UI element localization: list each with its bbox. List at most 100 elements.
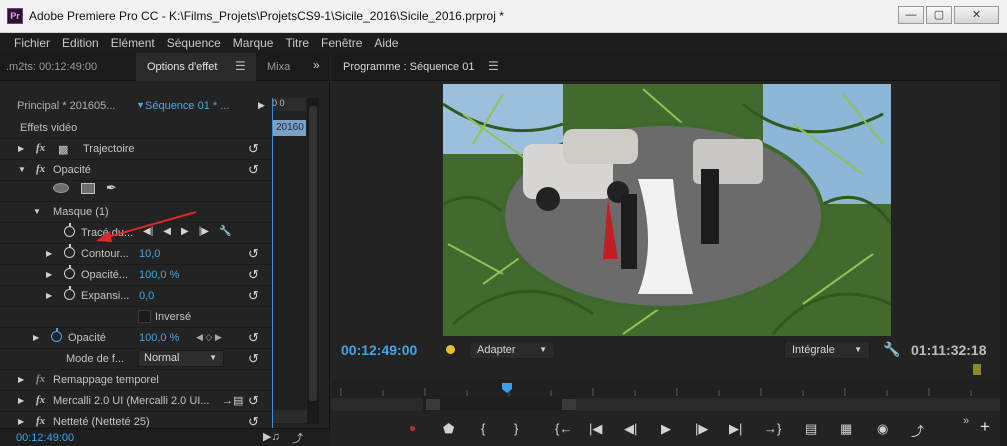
footer-timecode[interactable]: 00:12:49:00	[16, 432, 74, 444]
reset-icon[interactable]: ↺	[248, 351, 259, 367]
menu-titre[interactable]: Titre	[279, 33, 315, 53]
mini-timeline-zoom[interactable]	[272, 410, 307, 423]
tab-source[interactable]: .m2ts: 00:12:49:00	[6, 61, 97, 73]
track-forward-icon[interactable]: |▶	[199, 226, 209, 237]
transform-icon[interactable]: ▩	[58, 143, 68, 156]
ellipse-mask-icon[interactable]	[53, 183, 69, 193]
record-icon[interactable]: ●	[409, 421, 416, 435]
panel-menu-icon[interactable]: ☰	[235, 59, 246, 73]
collapse-triangle-icon[interactable]: ▼	[18, 165, 26, 174]
export-frame-icon[interactable]: ⤴	[292, 430, 303, 446]
expand-triangle-icon[interactable]: ▶	[18, 417, 24, 426]
master-clip-label[interactable]: Principal * 201605...	[17, 100, 115, 112]
go-to-out-icon[interactable]: →}	[764, 421, 781, 436]
collapse-triangle-icon[interactable]: ▼	[33, 207, 41, 216]
expansion-value[interactable]: 0,0	[139, 290, 154, 302]
mini-timeline-playhead[interactable]	[272, 98, 273, 446]
panel-scrollbar-thumb[interactable]	[309, 106, 317, 401]
fx-badge-icon[interactable]: fx	[36, 394, 45, 406]
lift-icon[interactable]: ▤	[805, 421, 817, 437]
zoom-fit-dropdown[interactable]: Adapter ▼	[469, 341, 555, 359]
effect-settings-icon[interactable]: →▤	[222, 394, 243, 407]
out-marker-icon[interactable]	[973, 364, 981, 375]
pen-mask-icon[interactable]: ✒	[106, 180, 117, 196]
keyframe-nav-icon[interactable]: ◀ ◇ ▶	[196, 332, 222, 343]
tabs-overflow-icon[interactable]: »	[313, 58, 320, 72]
step-back-icon[interactable]: |◀	[589, 421, 602, 437]
menu-element[interactable]: Elément	[105, 33, 161, 53]
current-timecode[interactable]: 00:12:49:00	[341, 342, 417, 358]
mark-out-icon[interactable]: }	[514, 421, 518, 436]
menu-fenetre[interactable]: Fenêtre	[315, 33, 368, 53]
menu-marque[interactable]: Marque	[227, 33, 280, 53]
stopwatch-icon[interactable]	[64, 244, 75, 258]
fx-badge-icon[interactable]: fx	[36, 163, 45, 175]
play-only-icon[interactable]: ▶	[258, 100, 265, 111]
go-to-in-icon[interactable]: {←	[555, 421, 572, 436]
sequence-clip-label[interactable]: Séquence 01 * ...	[145, 100, 229, 112]
add-button-icon[interactable]: +	[980, 417, 990, 437]
zoom-handle-left[interactable]	[426, 399, 440, 410]
effect-row-time-remap[interactable]: ▶ fx Remappage temporel	[0, 369, 272, 390]
reset-icon[interactable]: ↺	[248, 393, 259, 409]
expand-triangle-icon[interactable]: ▶	[18, 375, 24, 384]
step-forward-frame-icon[interactable]: |▶	[695, 421, 708, 437]
effect-row-mercalli[interactable]: ▶ fx Mercalli 2.0 UI (Mercalli 2.0 UI...…	[0, 390, 272, 411]
expand-triangle-icon[interactable]: ▶	[18, 396, 24, 405]
inverted-checkbox[interactable]	[138, 310, 151, 323]
zoom-handle-right[interactable]	[562, 399, 576, 410]
expand-triangle-icon[interactable]: ▶	[46, 291, 52, 300]
menu-sequence[interactable]: Séquence	[161, 33, 227, 53]
stopwatch-icon[interactable]	[64, 223, 75, 237]
marker-dot-icon[interactable]	[446, 345, 455, 354]
minimize-button[interactable]: —	[898, 6, 924, 24]
extract-icon[interactable]: ▦	[840, 421, 852, 437]
fx-badge-icon[interactable]: fx	[36, 142, 45, 154]
add-marker-icon[interactable]: ⬟	[443, 421, 454, 437]
step-back-frame-icon[interactable]: ◀|	[624, 421, 637, 437]
mark-in-icon[interactable]: {	[481, 421, 485, 436]
reset-icon[interactable]: ↺	[248, 288, 259, 304]
time-ruler[interactable]	[331, 386, 1000, 396]
fx-badge-icon[interactable]: fx	[36, 415, 45, 427]
mask-opacity-value[interactable]: 100,0 %	[139, 269, 179, 281]
playback-resolution-dropdown[interactable]: Intégrale ▼	[784, 341, 870, 359]
stopwatch-icon[interactable]	[64, 265, 75, 279]
zoom-scrollbar-thumb[interactable]	[423, 398, 576, 411]
expand-triangle-icon[interactable]: ▶	[46, 270, 52, 279]
step-forward-icon[interactable]: ▶|	[729, 421, 742, 437]
expand-triangle-icon[interactable]: ▶	[18, 144, 24, 153]
button-editor-icon[interactable]: »	[963, 415, 969, 427]
maximize-button[interactable]: ▢	[926, 6, 952, 24]
stopwatch-icon[interactable]	[51, 328, 62, 342]
tab-mixer[interactable]: Mixa	[267, 61, 290, 73]
menu-aide[interactable]: Aide	[368, 33, 404, 53]
mini-timeline-keyframe-area[interactable]	[273, 136, 306, 424]
rectangle-mask-icon[interactable]	[81, 183, 95, 194]
play-audio-icon[interactable]: ▶♫	[263, 430, 280, 443]
tab-program[interactable]: Programme : Séquence 01	[343, 61, 474, 73]
panel-menu-icon[interactable]: ☰	[488, 59, 499, 73]
effect-row-opacite[interactable]: ▼ fx Opacité ↺	[0, 159, 272, 180]
opacity-value[interactable]: 100,0 %	[139, 332, 179, 344]
export-frame-icon[interactable]: ⤴	[911, 421, 924, 440]
effect-row-trajectoire[interactable]: ▶ fx ▩ Trajectoire ↺	[0, 138, 272, 159]
reset-icon[interactable]: ↺	[248, 330, 259, 346]
wrench-icon[interactable]: 🔧	[219, 226, 231, 237]
feather-value[interactable]: 10,0	[139, 248, 160, 260]
close-button[interactable]: ✕	[954, 6, 999, 24]
menu-edition[interactable]: Edition	[56, 33, 105, 53]
expand-triangle-icon[interactable]: ▶	[46, 249, 52, 258]
wrench-icon[interactable]: 🔧	[883, 341, 900, 358]
tab-effect-options[interactable]: Options d'effet	[147, 61, 217, 73]
reset-icon[interactable]: ↺	[248, 141, 259, 157]
play-icon[interactable]: ▶	[661, 421, 671, 437]
reset-icon[interactable]: ↺	[248, 162, 259, 178]
blend-mode-dropdown[interactable]: Normal ▼	[138, 350, 224, 367]
reset-icon[interactable]: ↺	[248, 267, 259, 283]
camera-icon[interactable]: ◉	[877, 421, 888, 437]
program-video-frame[interactable]	[443, 84, 891, 336]
reset-icon[interactable]: ↺	[248, 246, 259, 262]
stopwatch-icon[interactable]	[64, 286, 75, 300]
sequence-dropdown-icon[interactable]: ▼	[136, 100, 145, 110]
